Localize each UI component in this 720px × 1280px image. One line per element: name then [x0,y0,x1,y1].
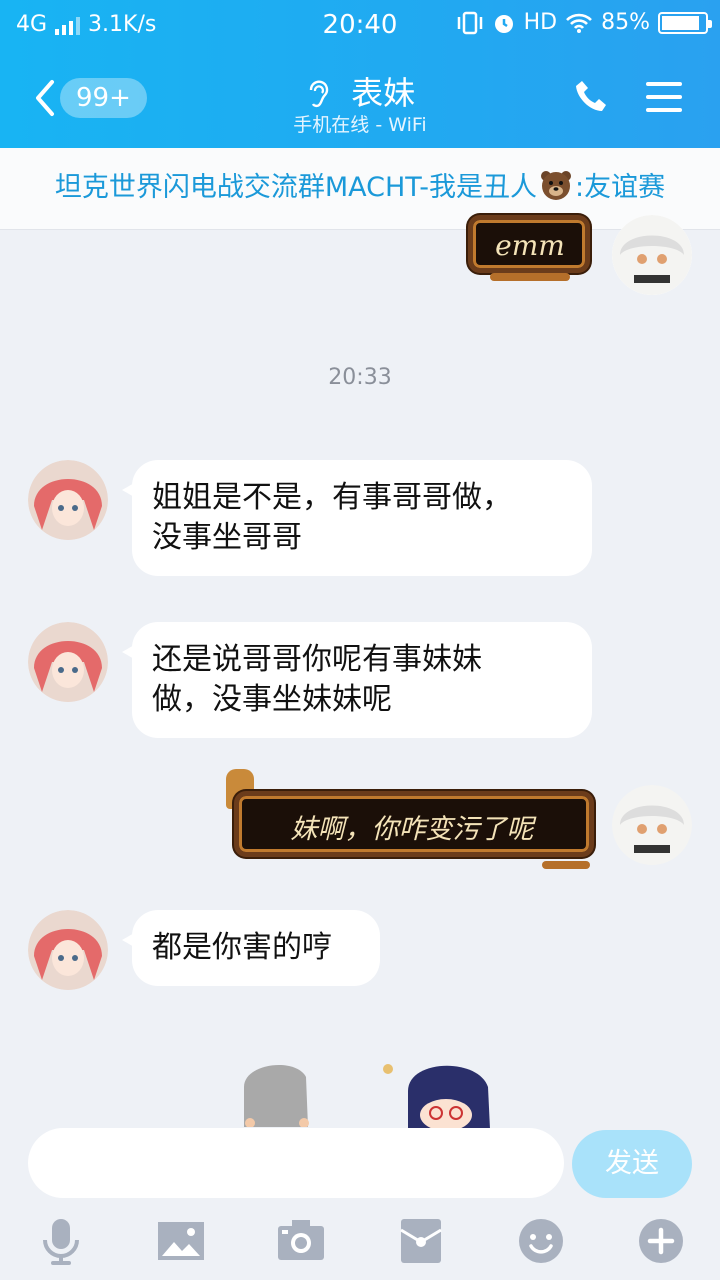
sticker-text: 妹啊，你咋变污了呢 [290,814,534,845]
white-hair-avatar-icon [612,785,692,865]
sticker-text: emm [495,229,565,262]
emoji-icon[interactable] [516,1216,566,1266]
nav-bar: 99+ 表妹 手机在线 - WiFi [0,60,720,140]
plus-icon[interactable] [636,1216,686,1266]
ear-icon[interactable] [305,78,329,108]
contact-avatar[interactable] [28,910,108,990]
wifi-icon [566,13,593,33]
battery-percent: 85% [601,10,650,35]
my-avatar[interactable] [612,215,692,295]
message-bubble[interactable]: 还是说哥哥你呢有事妹妹 做，没事坐妹妹呢 [122,622,592,738]
status-bar: 4G 3.1K/s 20:40 HD 85% [0,0,720,50]
group-banner-text: 坦克世界闪电战交流群MACHT-我是丑人 [54,172,538,203]
bear-emoji-icon [541,171,572,200]
red-packet-icon[interactable] [396,1216,446,1266]
alarm-icon [494,14,513,33]
header: 4G 3.1K/s 20:40 HD 85% 99+ 表妹 手机在线 - WiF… [0,0,720,148]
sticker-frame: emm [460,209,600,295]
phone-icon[interactable] [574,78,610,114]
pink-hair-avatar-icon [28,910,108,990]
hd-label: HD [523,10,558,35]
camera-icon[interactable] [276,1216,326,1266]
contact-avatar[interactable] [28,622,108,702]
message-input[interactable] [28,1128,564,1198]
mic-icon[interactable] [36,1216,86,1266]
vibrate-icon [457,11,482,34]
white-hair-avatar-icon [612,215,692,295]
pink-hair-avatar-icon [28,622,108,702]
group-notice-banner[interactable]: 坦克世界闪电战交流群MACHT-我是丑人 :友谊赛 [0,148,720,230]
message-line: 还是说哥哥你呢有事妹妹 [152,642,482,677]
peeking-navy-character-icon [383,1064,490,1129]
image-icon[interactable] [156,1216,206,1266]
message-list[interactable]: emm 20:33 姐姐是不是，有事哥哥做， 没事坐哥哥 还是说哥哥你呢有事妹妹… [0,215,720,1129]
send-button[interactable]: 发送 [572,1130,692,1198]
chat-title-text: 表妹 [351,74,416,112]
chat-title: 表妹 [0,68,720,114]
message-line: 都是你害的哼 [152,930,332,965]
menu-icon[interactable] [646,82,682,112]
online-status: 手机在线 - WiFi [293,114,427,136]
group-banner-suffix: :友谊赛 [575,172,666,203]
contact-avatar[interactable] [28,460,108,540]
message-line: 没事坐哥哥 [152,520,302,555]
message-line: 做，没事坐妹妹呢 [152,682,392,717]
battery-icon [658,11,712,34]
peeking-gray-character-icon [244,1064,309,1127]
my-avatar[interactable] [612,785,692,865]
time-divider: 20:33 [328,365,392,390]
sticker-frame: 妹啊，你咋变污了呢 [222,769,602,869]
pink-hair-avatar-icon [28,460,108,540]
message-bubble[interactable]: 都是你害的哼 [122,910,380,986]
message-line: 姐姐是不是，有事哥哥做， [152,480,512,515]
message-bubble[interactable]: 姐姐是不是，有事哥哥做， 没事坐哥哥 [122,460,592,576]
